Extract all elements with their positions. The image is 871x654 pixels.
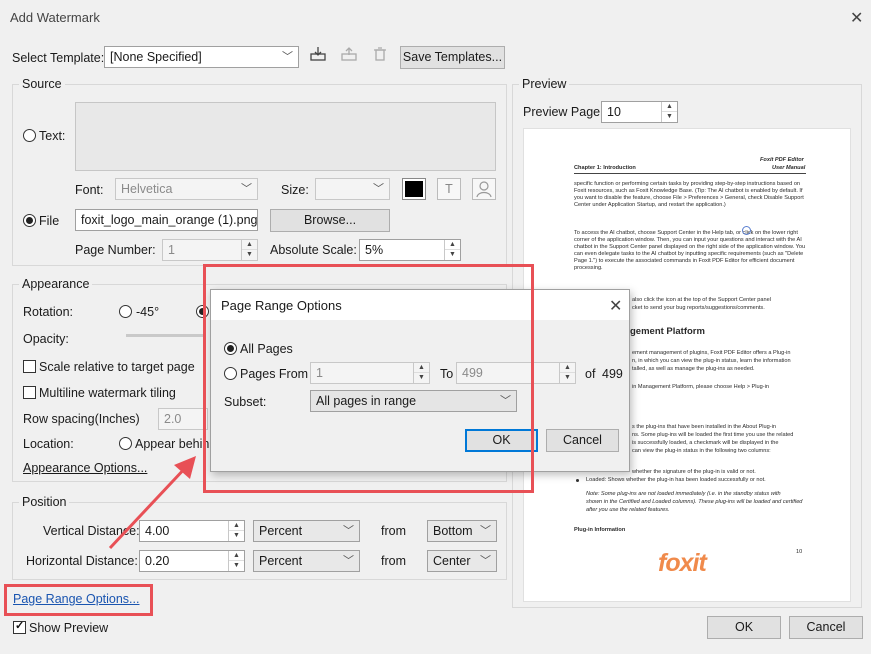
annotation-arrow [108,456,196,550]
